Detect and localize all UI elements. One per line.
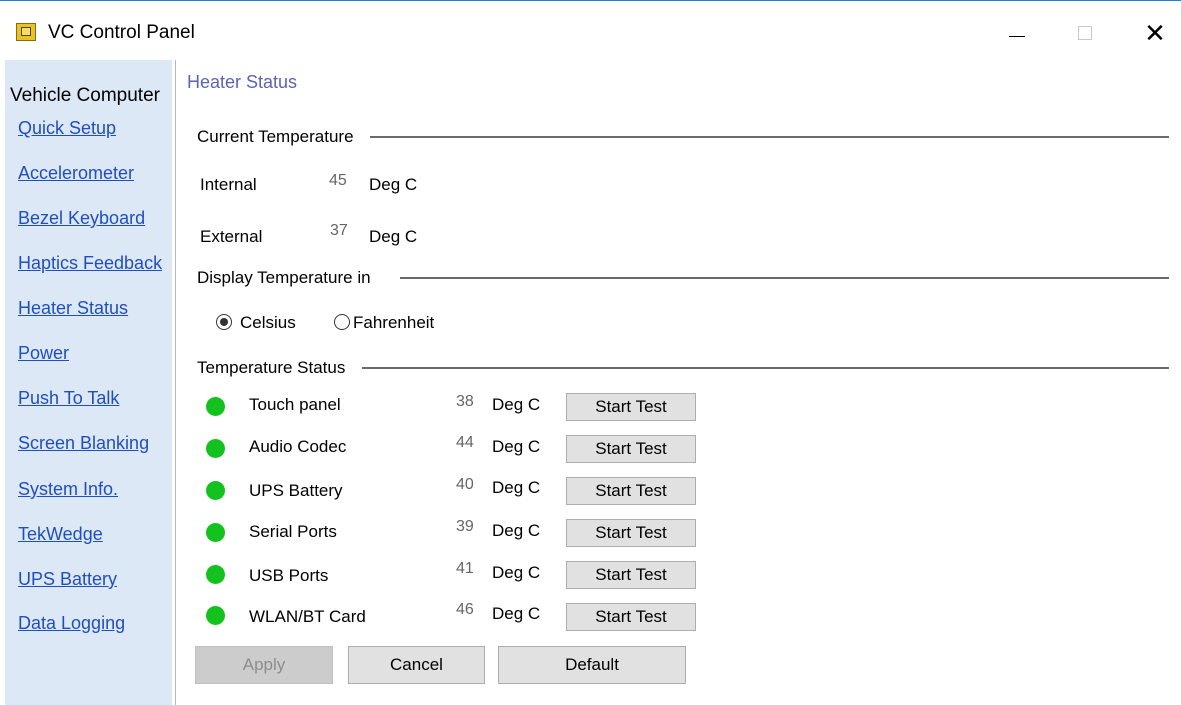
status-row-value: 46 — [456, 601, 474, 618]
page-title: Heater Status — [187, 72, 298, 92]
start-test-button[interactable]: Start Test — [566, 561, 696, 589]
status-row-unit: Deg C — [492, 437, 541, 456]
status-indicator — [206, 523, 225, 542]
sidebar-item-power[interactable]: Power — [18, 343, 69, 364]
status-row-name: Audio Codec — [249, 437, 347, 456]
status-row-unit: Deg C — [492, 478, 541, 497]
title-bar: VC Control Panel ✕ — [0, 0, 1181, 60]
celsius-radio[interactable] — [216, 314, 232, 330]
start-test-button[interactable]: Start Test — [566, 477, 696, 505]
status-row-value: 44 — [456, 434, 474, 451]
start-test-button[interactable]: Start Test — [566, 519, 696, 547]
current-temp-heading: Current Temperature — [197, 127, 362, 147]
status-row-unit: Deg C — [492, 521, 541, 540]
fahrenheit-radio[interactable] — [334, 314, 350, 330]
display-heading: Display Temperature in — [197, 268, 379, 288]
maximize-icon — [1078, 26, 1092, 40]
start-test-button[interactable]: Start Test — [566, 393, 696, 421]
sidebar-item-ups-battery[interactable]: UPS Battery — [18, 569, 117, 590]
external-label: External — [200, 227, 263, 246]
status-indicator — [206, 565, 225, 584]
status-row-value: 41 — [456, 560, 474, 577]
start-test-button[interactable]: Start Test — [566, 603, 696, 631]
status-row-unit: Deg C — [492, 395, 541, 414]
group-line-current-temp — [370, 136, 1169, 138]
sidebar-item-quick-setup[interactable]: Quick Setup — [18, 118, 116, 139]
status-row-unit: Deg C — [492, 604, 541, 623]
maximize-button[interactable] — [1062, 15, 1108, 51]
internal-value: 45 — [329, 172, 347, 189]
sidebar-item-haptics-feedback[interactable]: Haptics Feedback — [18, 253, 162, 274]
minimize-button[interactable] — [994, 15, 1040, 51]
status-indicator — [206, 397, 225, 416]
fahrenheit-label[interactable]: Fahrenheit — [353, 313, 434, 333]
status-indicator — [206, 606, 225, 625]
internal-label: Internal — [200, 175, 257, 194]
status-row-value: 38 — [456, 393, 474, 410]
status-row-value: 40 — [456, 476, 474, 493]
group-line-status — [362, 367, 1169, 369]
sidebar-heading: Vehicle Computer — [10, 85, 160, 106]
sidebar-divider — [175, 60, 176, 705]
sidebar-item-accelerometer[interactable]: Accelerometer — [18, 163, 134, 184]
sidebar-item-bezel-keyboard[interactable]: Bezel Keyboard — [18, 208, 145, 229]
close-button[interactable]: ✕ — [1132, 15, 1178, 51]
status-indicator — [206, 439, 225, 458]
apply-button[interactable]: Apply — [195, 646, 333, 684]
status-indicator — [206, 481, 225, 500]
sidebar-item-heater-status[interactable]: Heater Status — [18, 298, 128, 319]
window-title: VC Control Panel — [48, 22, 195, 43]
status-row-name: Serial Ports — [249, 522, 337, 541]
app-icon — [16, 23, 36, 41]
external-unit: Deg C — [369, 227, 418, 246]
start-test-button[interactable]: Start Test — [566, 435, 696, 463]
sidebar: Vehicle Computer Quick Setup Acceleromet… — [5, 60, 172, 705]
external-value: 37 — [330, 222, 348, 239]
sidebar-item-data-logging[interactable]: Data Logging — [18, 613, 125, 634]
status-row-name: UPS Battery — [249, 481, 343, 500]
sidebar-item-screen-blanking[interactable]: Screen Blanking — [18, 433, 149, 454]
sidebar-item-system-info[interactable]: System Info. — [18, 479, 118, 500]
internal-unit: Deg C — [369, 175, 418, 194]
cancel-button[interactable]: Cancel — [348, 646, 485, 684]
status-row-name: USB Ports — [249, 566, 329, 585]
minimize-icon — [1009, 35, 1025, 37]
status-heading: Temperature Status — [197, 358, 354, 378]
group-line-display — [400, 277, 1169, 279]
status-row-unit: Deg C — [492, 563, 541, 582]
status-row-name: Touch panel — [249, 395, 341, 414]
default-button[interactable]: Default — [498, 646, 686, 684]
status-row-value: 39 — [456, 518, 474, 535]
sidebar-item-push-to-talk[interactable]: Push To Talk — [18, 388, 119, 409]
celsius-label[interactable]: Celsius — [240, 313, 296, 333]
status-row-name: WLAN/BT Card — [249, 607, 366, 626]
close-icon: ✕ — [1144, 17, 1166, 48]
sidebar-item-tekwedge[interactable]: TekWedge — [18, 524, 103, 545]
